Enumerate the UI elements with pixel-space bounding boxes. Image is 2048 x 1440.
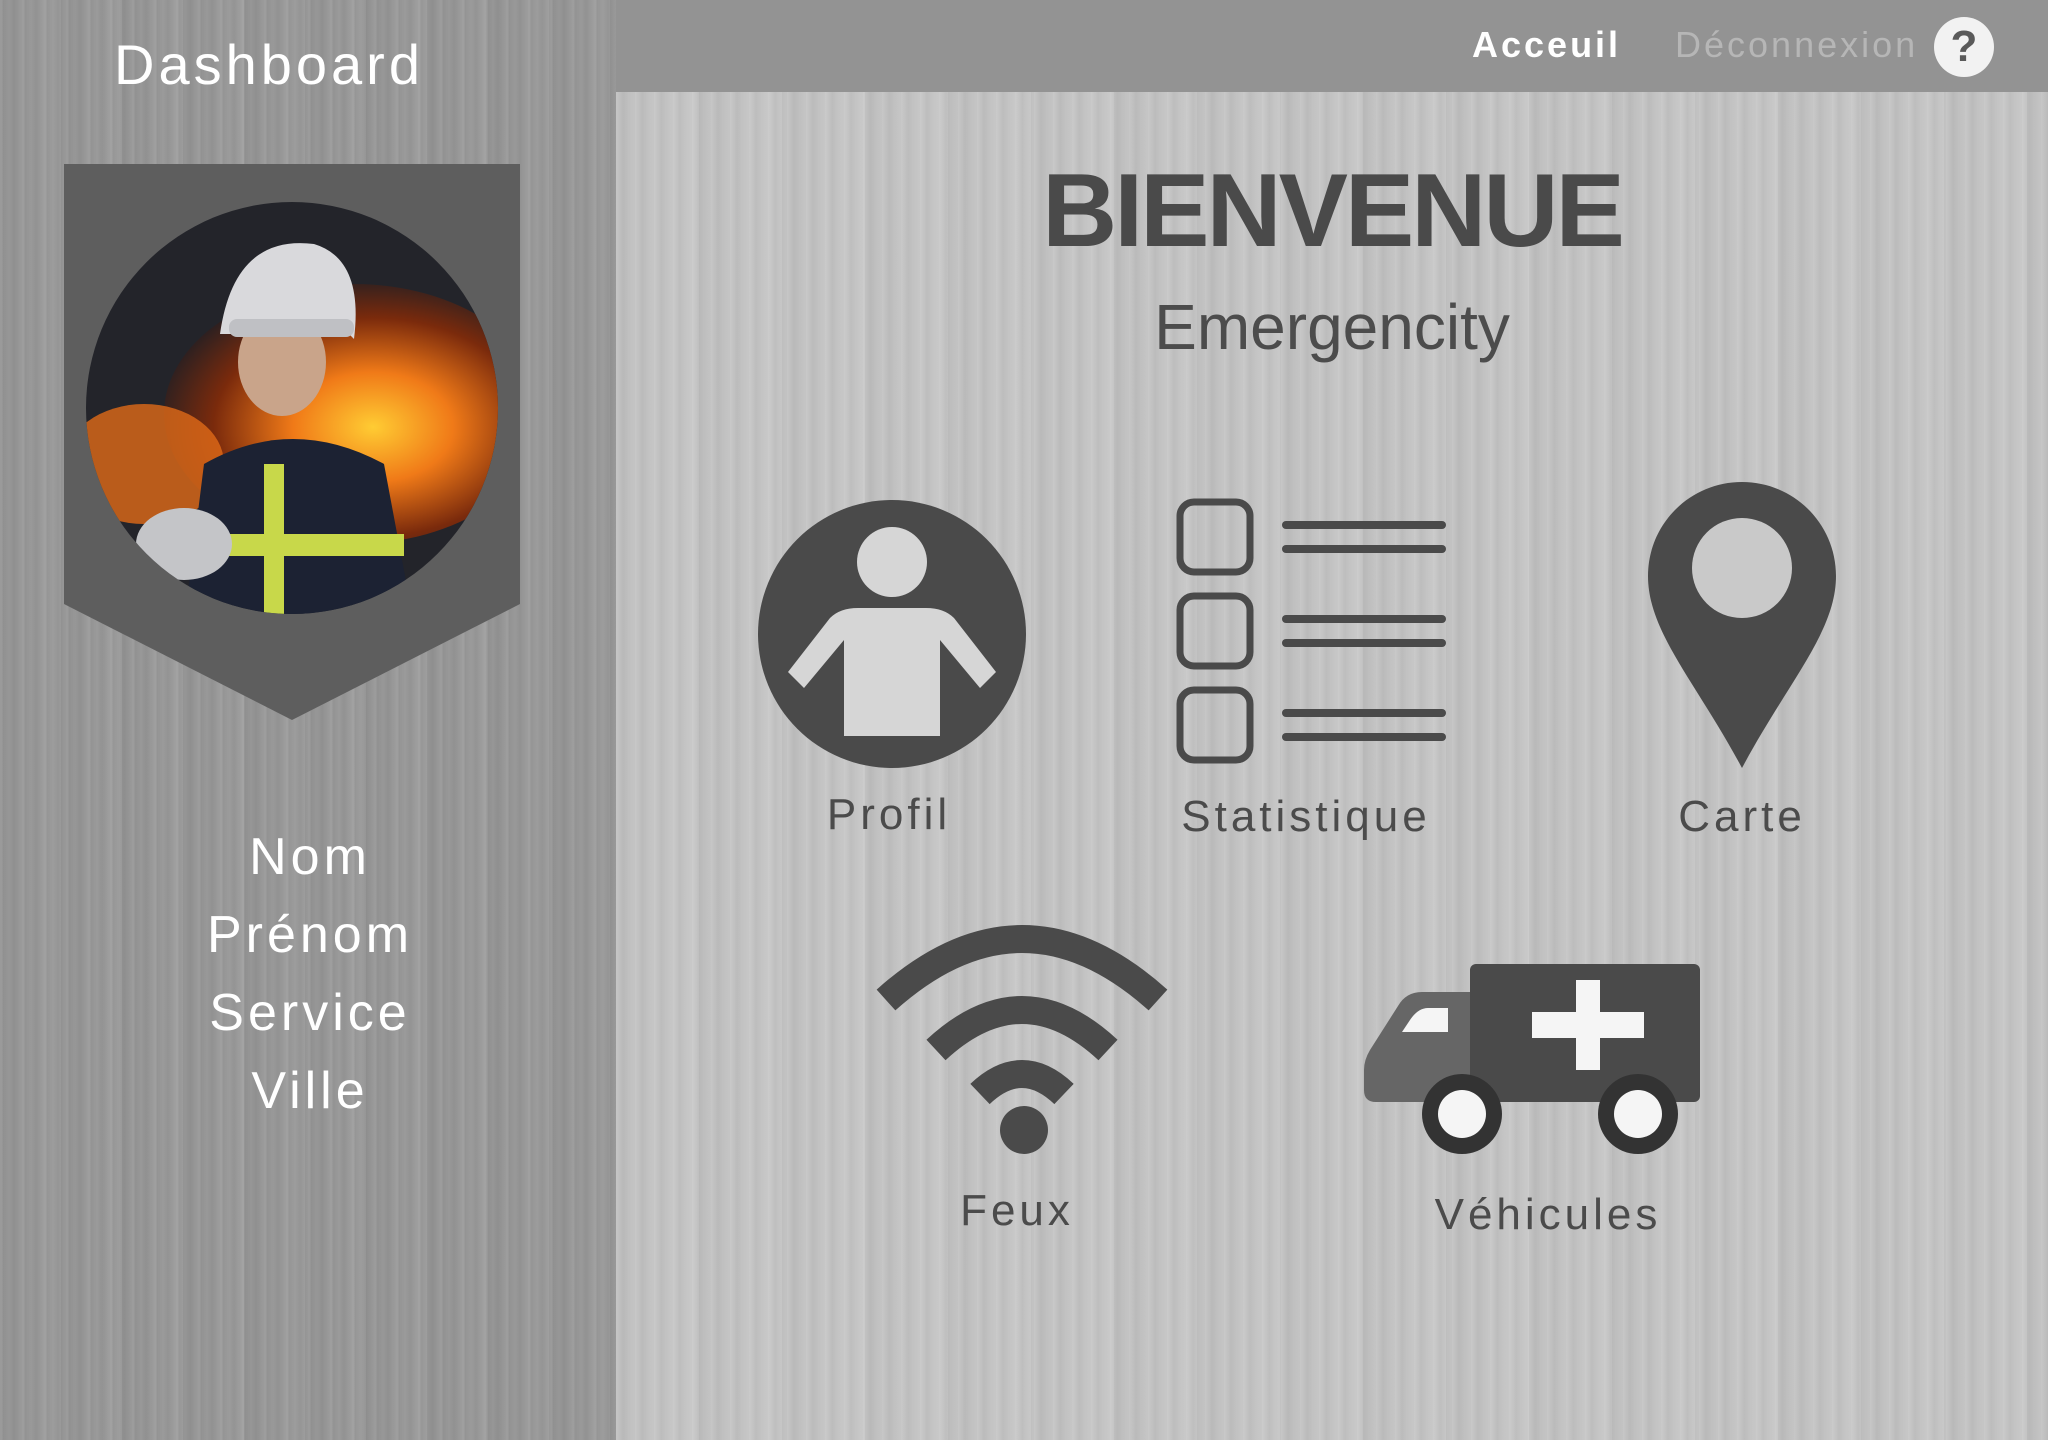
welcome-title: BIENVENUE (1042, 153, 1625, 269)
user-last-name: Nom (249, 828, 371, 886)
map-pin-icon (1648, 482, 1836, 768)
tile-carte[interactable]: Carte (1642, 478, 1842, 850)
dashboard-title: Dashboard (114, 33, 424, 96)
user-first-name: Prénom (206, 906, 414, 964)
tile-feux-label: Feux (960, 1186, 1074, 1235)
user-service: Service (209, 984, 411, 1042)
tile-statistique-label: Statistique (1181, 792, 1431, 841)
tile-vehicules-label: Véhicules (1434, 1190, 1662, 1239)
tile-feux[interactable]: Feux (872, 914, 1172, 1235)
user-info: Nom Prénom Service Ville (120, 818, 500, 1130)
checklist-icon (1176, 498, 1446, 764)
app-name: Emergencity (1154, 291, 1510, 363)
help-icon[interactable]: ? (1934, 17, 1994, 77)
profile-badge (64, 164, 520, 720)
sidebar: Dashboard Nom Prénom Service Ville (0, 0, 616, 1440)
nav-logout-link[interactable]: Déconnexion (1675, 24, 1918, 66)
tile-carte-label: Carte (1678, 792, 1806, 841)
ambulance-icon (1364, 964, 1700, 1154)
tile-vehicules[interactable]: Véhicules (1362, 962, 1702, 1248)
tile-statistique[interactable]: Statistique (1176, 498, 1454, 850)
nav-home-link[interactable]: Acceuil (1472, 24, 1621, 66)
tile-profil[interactable]: Profil (758, 500, 1026, 850)
person-icon (758, 500, 1026, 768)
user-city: Ville (251, 1062, 369, 1120)
tile-profil-label: Profil (826, 790, 952, 839)
wifi-signal-icon (876, 925, 1168, 1154)
